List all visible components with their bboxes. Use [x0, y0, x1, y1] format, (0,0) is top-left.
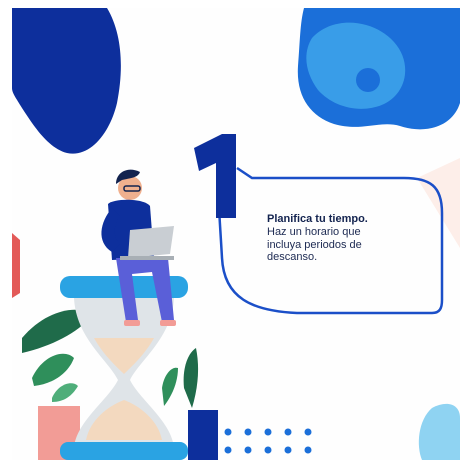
plant-leaf-green: [32, 353, 74, 386]
plant-leaf-right: [162, 367, 178, 406]
tip-body-line-3: descanso.: [267, 251, 318, 263]
blob-dot: [356, 68, 380, 92]
plant-stem-right: [183, 348, 199, 408]
plant-leaf-small: [52, 383, 78, 402]
tip-card: Planifica tu tiempo. Haz un horario que …: [12, 8, 460, 460]
hourglass-bottom-cap: [60, 442, 188, 460]
laptop-base: [120, 256, 174, 260]
person-shoe-right: [160, 320, 176, 326]
navy-blob-shape: [12, 8, 121, 154]
numeral-one-shape: [194, 134, 236, 218]
tip-text-block: Planifica tu tiempo. Haz un horario que …: [267, 213, 417, 264]
plant-pot-right: [188, 410, 218, 460]
hourglass-sand-bottom: [86, 400, 162, 440]
infographic-frame: Planifica tu tiempo. Haz un horario que …: [0, 0, 467, 466]
left-edge-shape: [12, 233, 20, 298]
tip-title: Planifica tu tiempo.: [267, 213, 368, 225]
tip-body-line-1: Haz un horario que: [267, 226, 361, 238]
peach-triangle: [417, 158, 460, 248]
light-blob-shape: [418, 403, 460, 460]
person-shoe-left: [124, 320, 140, 326]
tip-body-line-2: incluya periodos de: [267, 238, 362, 251]
dot-grid: [224, 428, 312, 454]
laptop-screen: [128, 226, 174, 258]
